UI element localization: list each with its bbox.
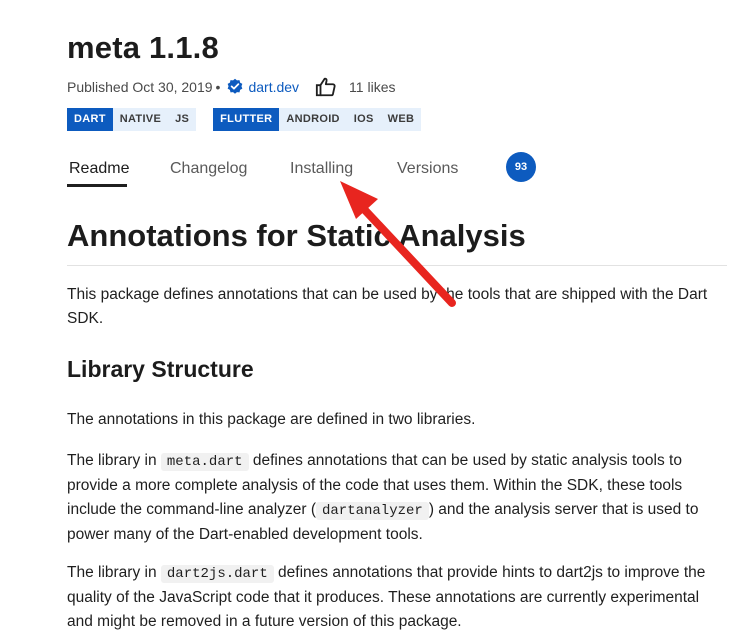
p2-text-1: The library in <box>67 452 161 469</box>
library-structure-heading: Library Structure <box>67 356 254 382</box>
score-badge[interactable]: 93 <box>506 152 536 182</box>
tag-js[interactable]: JS <box>168 108 197 131</box>
tag-flutter[interactable]: FLUTTER <box>213 108 280 131</box>
tag-web[interactable]: WEB <box>380 108 422 131</box>
tag-dart[interactable]: DART <box>67 108 113 131</box>
p3-text-1: The library in <box>67 564 161 581</box>
tag-native[interactable]: NATIVE <box>112 108 169 131</box>
tag-ios[interactable]: IOS <box>346 108 381 131</box>
publisher-link[interactable]: dart.dev <box>248 79 299 95</box>
verified-badge-icon <box>226 78 244 96</box>
flutter-tag-group: FLUTTER ANDROID IOS WEB <box>213 108 422 131</box>
code-meta-dart: meta.dart <box>160 453 249 471</box>
paragraph-meta-dart: The library in meta.dart defines annotat… <box>67 449 727 547</box>
package-tabs: Readme Changelog Installing Versions 93 <box>67 150 727 190</box>
tab-installing[interactable]: Installing <box>290 160 353 178</box>
paragraph-dart2js: The library in dart2js.dart defines anno… <box>67 561 727 634</box>
readme-heading: Annotations for Static Analysis <box>67 218 526 253</box>
intro-paragraph: This package defines annotations that ca… <box>67 286 708 327</box>
platform-tags: DART NATIVE JS FLUTTER ANDROID IOS WEB <box>67 108 438 131</box>
heading-divider <box>67 265 727 266</box>
package-meta: Published Oct 30, 2019 • dart.dev 11 lik… <box>67 76 395 98</box>
thumbs-up-icon[interactable] <box>315 76 337 98</box>
meta-separator: • <box>215 79 221 95</box>
tab-versions[interactable]: Versions <box>397 160 458 178</box>
paragraph-libraries: The annotations in this package are defi… <box>67 411 476 428</box>
code-dart2js-dart: dart2js.dart <box>160 565 274 583</box>
dart-tag-group: DART NATIVE JS <box>67 108 197 131</box>
package-title: meta 1.1.8 <box>67 30 219 65</box>
tag-android[interactable]: ANDROID <box>279 108 347 131</box>
tab-readme[interactable]: Readme <box>69 160 129 178</box>
active-tab-indicator <box>67 184 127 187</box>
code-dartanalyzer: dartanalyzer <box>315 502 429 520</box>
likes-count: 11 likes <box>349 79 396 95</box>
tab-changelog[interactable]: Changelog <box>170 160 247 178</box>
published-date: Published Oct 30, 2019 <box>67 79 213 95</box>
